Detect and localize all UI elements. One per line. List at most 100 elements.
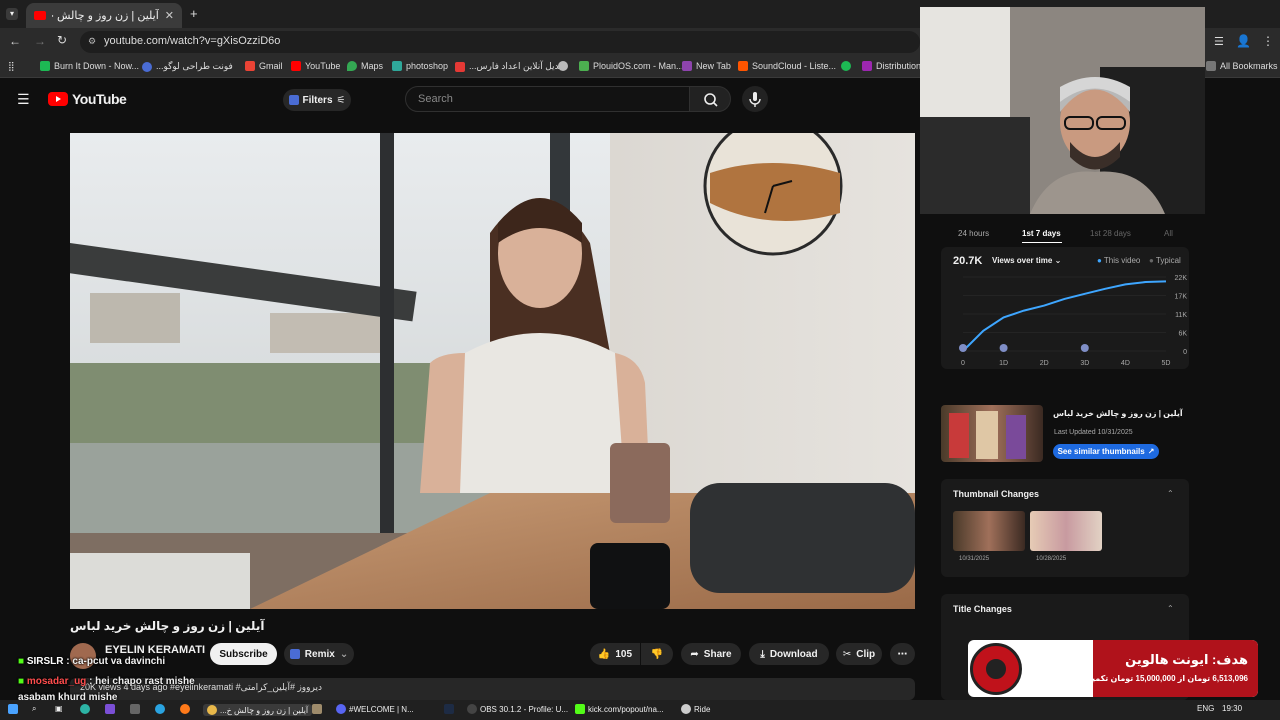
channel-name[interactable]: EYELIN KERAMATI — [105, 644, 205, 656]
tube-extension-icon — [288, 95, 299, 105]
x-tick-label: 2D — [1040, 360, 1049, 367]
telegram-icon[interactable] — [155, 704, 165, 714]
donation-amount: 6,513,096 تومان از 15,000,000 تومان تکمی… — [1041, 674, 1248, 683]
search-button[interactable] — [689, 86, 731, 112]
app-grid-icon[interactable] — [130, 704, 140, 714]
chat-user: mosadar_ug — [26, 676, 87, 687]
taskbar-discord-item[interactable]: #WELCOME | N... — [336, 704, 414, 714]
chat-text: : ca-pcut va davinchi — [66, 656, 166, 667]
bookmark-soundcloud[interactable]: SoundCloud - Liste... — [738, 61, 836, 71]
chat-message: ■ mosadar_ug : hei chapo rast mishe — [18, 676, 195, 687]
taskbar-ride-item[interactable]: Ride — [681, 704, 710, 714]
thumbnail-changes-card: Thumbnail Changes ⌃ 10/31/2025 10/28/202… — [941, 479, 1189, 577]
range-tab-28d[interactable]: 1st 28 days — [1090, 229, 1131, 238]
range-tab-7d[interactable]: 1st 7 days — [1022, 229, 1061, 238]
dislike-button[interactable]: 👎 — [641, 643, 673, 665]
bookmark-1[interactable]: فونت طراحی لوگو... — [142, 61, 233, 72]
clock[interactable]: 19:30 — [1222, 704, 1242, 713]
task-view-icon[interactable]: ▣ — [55, 704, 63, 713]
all-bookmarks[interactable]: All Bookmarks — [1206, 61, 1278, 71]
bookmark-plouidos[interactable]: PlouidOS.com - Man... — [579, 61, 684, 71]
video-actions-row: EYELIN KERAMATI Subscribe Remix ⌄ 👍 105 👎… — [70, 643, 915, 669]
share-button[interactable]: ➦ Share — [681, 643, 741, 665]
thumbs-down-icon: 👎 — [650, 648, 664, 660]
taskbar-chrome-item[interactable]: آیلین | زن روز و چالش خ... — [203, 704, 313, 716]
bookmark-youtube[interactable]: YouTube — [291, 61, 340, 71]
remix-icon — [289, 649, 300, 659]
new-tab-icon[interactable]: + — [190, 6, 198, 21]
video-thumbnail[interactable] — [941, 405, 1043, 462]
donation-heading: هدف: ایونت هالوین — [1125, 652, 1248, 667]
thumbnail-date: 10/31/2025 — [959, 556, 990, 562]
extension-side-panel: 24 hours 1st 7 days 1st 28 days All 20.7… — [933, 214, 1191, 700]
chat-text: : hei chapo rast mishe — [89, 676, 195, 687]
chat-user: SIRSLR — [26, 656, 64, 667]
thumbnail-history-item[interactable] — [953, 511, 1025, 551]
bookmark-globe-icon[interactable] — [558, 61, 568, 71]
see-similar-thumbnails-button[interactable]: See similar thumbnails ↗ — [1053, 444, 1159, 459]
donation-goal-widget: هدف: ایونت هالوین 6,513,096 تومان از 15,… — [968, 640, 1258, 697]
remix-button[interactable]: Remix ⌄ — [284, 643, 354, 665]
search-input[interactable]: Search — [405, 86, 690, 112]
app-r-icon[interactable] — [105, 704, 115, 714]
y-tick-label: 22K — [1175, 275, 1188, 282]
bookmark-0[interactable]: Burn It Down - Now... — [40, 61, 139, 71]
firefox-icon[interactable] — [180, 704, 190, 714]
apps-icon[interactable]: ⣿ — [8, 61, 15, 72]
chat-message: ■ SIRSLR : ca-pcut va davinchi — [18, 656, 165, 667]
address-input[interactable]: ⚙ youtube.com/watch?v=gXisOzziD6o — [80, 31, 920, 53]
app-icon[interactable] — [312, 704, 322, 714]
close-tab-icon[interactable]: ✕ — [165, 9, 174, 22]
range-tab-underline — [1022, 242, 1062, 243]
clip-button[interactable]: ✂ Clip — [836, 643, 882, 665]
bookmark-spotify-icon[interactable] — [841, 61, 851, 71]
bookmark-gmail[interactable]: Gmail — [245, 61, 283, 71]
bookmark-maps[interactable]: Maps — [347, 61, 383, 71]
browser-tab-active[interactable]: آیلین | زن روز و چالش خرید لباس ✕ — [26, 3, 182, 28]
video-description-box[interactable]: 20K views 4 days ago #eyelinkeramati #دی… — [70, 678, 915, 700]
collapse-chevron-icon[interactable]: ⌃ — [1167, 604, 1174, 613]
range-tab-24h[interactable]: 24 hours — [958, 229, 989, 238]
bookmark-newtab[interactable]: New Tab — [682, 61, 731, 71]
youtube-logo[interactable]: YouTube — [48, 91, 127, 107]
views-over-time-dropdown[interactable]: Views over time ⌄ — [992, 256, 1061, 265]
reading-list-icon[interactable]: ☰ — [1214, 35, 1224, 48]
download-button[interactable]: ⤓ Download — [749, 643, 829, 665]
language-indicator[interactable]: ENG — [1197, 704, 1214, 713]
filters-button[interactable]: Filters ⚟ — [283, 89, 351, 111]
upload-marker — [999, 344, 1008, 352]
youtube-favicon-icon — [34, 11, 46, 20]
start-icon[interactable] — [8, 704, 18, 714]
x-tick-label: 4D — [1121, 360, 1130, 367]
reload-icon[interactable]: ↻ — [57, 33, 67, 47]
site-info-icon[interactable]: ⚙ — [88, 36, 96, 47]
x-tick-label: 1D — [999, 360, 1008, 367]
forward-icon[interactable]: → — [34, 34, 46, 48]
similar-video-title: آیلین | زن روز و چالش خرید لباس — [1053, 409, 1183, 418]
collapse-chevron-icon[interactable]: ⌃ — [1167, 489, 1174, 498]
more-actions-button[interactable]: ⋯ — [890, 643, 915, 665]
taskbar-obs-item[interactable]: OBS 30.1.2 - Profile: U... — [467, 704, 568, 714]
range-tab-all[interactable]: All — [1164, 229, 1173, 238]
views-line-chart: 22K 17K 11K 6K 0 0 1D 2D 3D 4D 5D — [959, 275, 1188, 367]
bookmark-photoshop[interactable]: photoshop — [392, 61, 448, 71]
like-button[interactable]: 👍 105 — [590, 643, 640, 665]
subscribe-button[interactable]: Subscribe — [210, 643, 277, 665]
video-player[interactable] — [70, 133, 915, 609]
back-icon[interactable]: ← — [9, 34, 21, 48]
edge-icon[interactable] — [80, 704, 90, 714]
voice-search-button[interactable] — [742, 86, 768, 112]
tab-search-icon[interactable]: ▾ — [6, 8, 18, 20]
taskbar-kick-item[interactable]: kick.com/popout/na... — [575, 704, 664, 714]
y-tick-label: 6K — [1178, 331, 1187, 338]
guide-menu-icon[interactable]: ☰ — [17, 92, 31, 106]
bookmark-6[interactable]: تبدیل آنلاین اعداد فارس... — [455, 61, 564, 72]
bookmark-distribution[interactable]: Distribution — [862, 61, 921, 71]
menu-icon[interactable]: ⋮ — [1262, 34, 1274, 48]
x-tick-label: 0 — [961, 360, 965, 367]
photoshop-icon[interactable] — [444, 704, 454, 714]
url-text: youtube.com/watch?v=gXisOzziD6o — [104, 35, 281, 47]
search-icon[interactable]: ⌕ — [32, 704, 36, 714]
thumbnail-history-item[interactable] — [1030, 511, 1102, 551]
profile-icon[interactable]: 👤 — [1236, 34, 1251, 48]
